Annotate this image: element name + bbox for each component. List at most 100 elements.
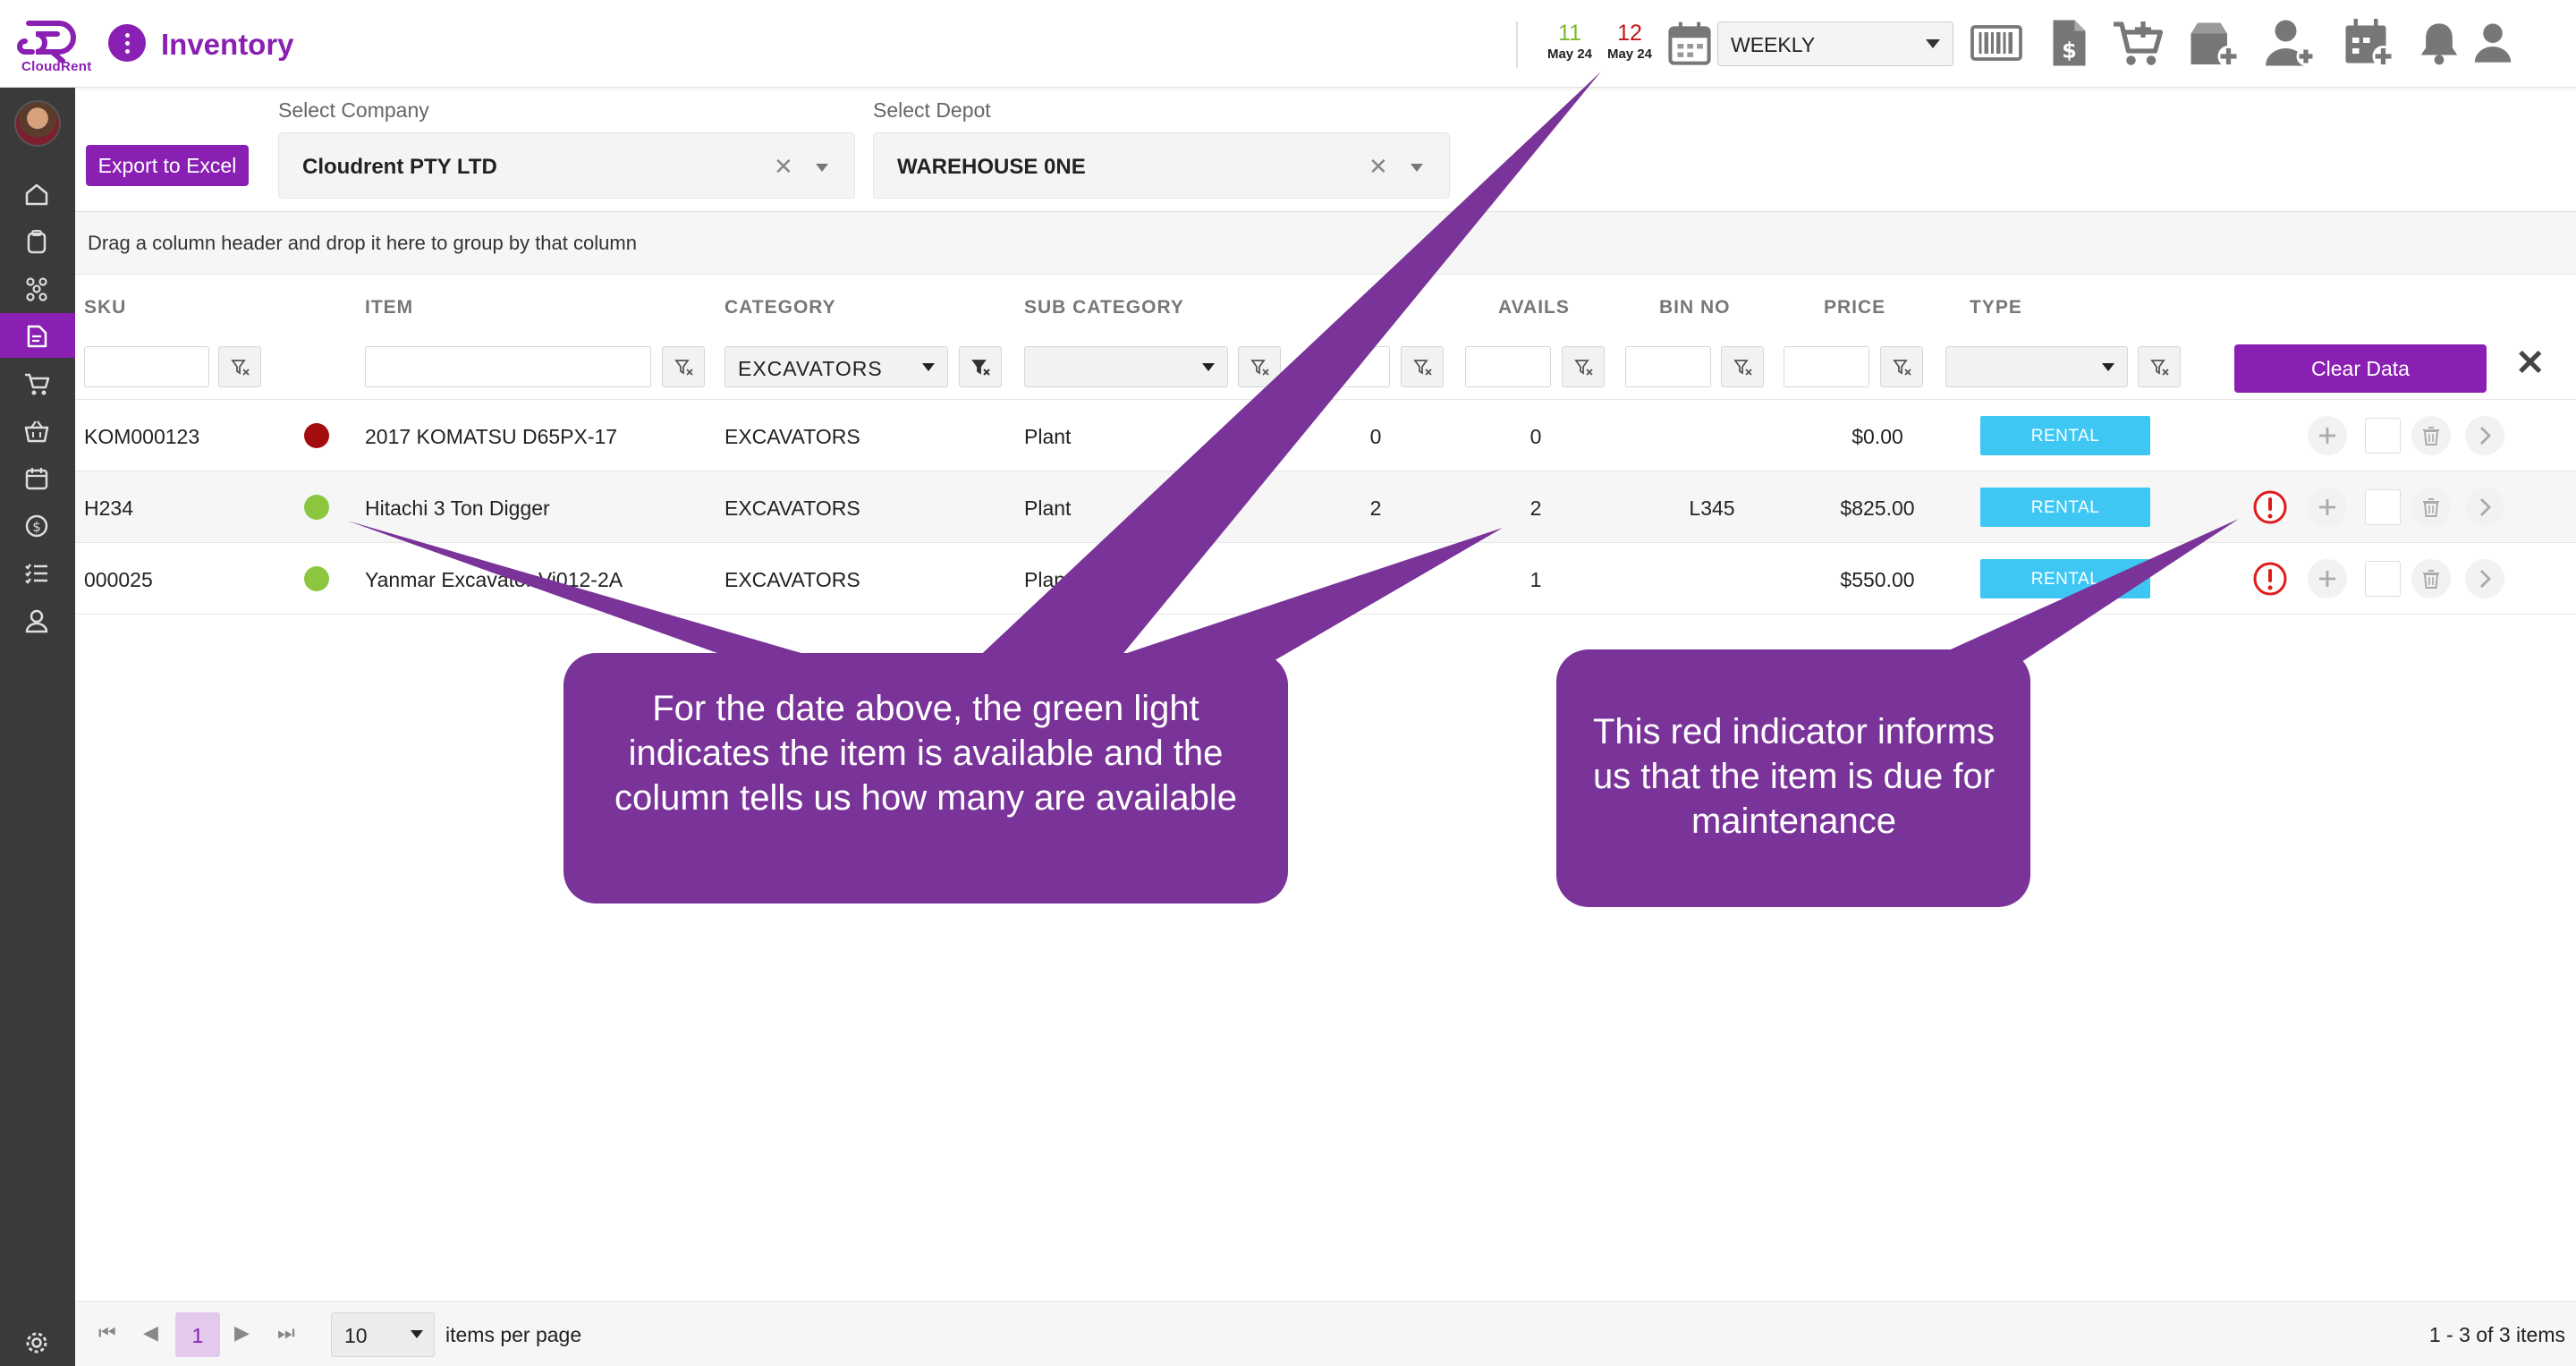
filter-clear-button[interactable]	[218, 346, 261, 387]
bin-no-filter-input[interactable]	[1625, 346, 1711, 387]
cart-add-icon[interactable]	[2111, 16, 2165, 70]
kebab-menu-button[interactable]	[108, 24, 146, 62]
column-header-sub-category[interactable]: SUB CATEGORY	[1024, 297, 1184, 318]
logo-text: CloudRent	[21, 59, 92, 74]
column-header-sku[interactable]: SKU	[84, 297, 126, 318]
dollar-icon[interactable]: $	[0, 503, 75, 547]
item-filter-input[interactable]	[365, 346, 651, 387]
basket-icon[interactable]	[0, 408, 75, 453]
chevron-right-icon[interactable]	[2465, 559, 2504, 598]
filter-clear-button[interactable]	[1880, 346, 1923, 387]
clear-icon[interactable]: ✕	[1368, 153, 1388, 181]
avatar[interactable]	[14, 100, 61, 147]
column-header-bin-no[interactable]: BIN NO	[1659, 297, 1731, 318]
date-start[interactable]: 11 May 24	[1541, 20, 1598, 62]
row-checkbox[interactable]	[2365, 489, 2401, 525]
user-icon[interactable]	[0, 598, 75, 642]
page-size-value: 10	[344, 1324, 368, 1347]
depot-select[interactable]: WAREHOUSE 0NE ✕	[873, 132, 1450, 199]
company-value: Cloudrent PTY LTD	[302, 155, 497, 179]
maintenance-warning-icon[interactable]	[2252, 561, 2288, 597]
avails-filter-input[interactable]	[1465, 346, 1551, 387]
filter-clear-button[interactable]	[2138, 346, 2181, 387]
clipboard-icon[interactable]	[0, 218, 75, 263]
checklist-icon[interactable]	[0, 550, 75, 595]
last-page-icon[interactable]: ⏭	[277, 1321, 295, 1345]
price-filter-input[interactable]	[1784, 346, 1869, 387]
filter-clear-button[interactable]	[662, 346, 705, 387]
sub-category-cell: Plant	[1024, 496, 1072, 520]
column-header-price[interactable]: PRICE	[1824, 297, 1885, 318]
delete-button[interactable]	[2411, 559, 2451, 598]
column-header-avails[interactable]: AVAILS	[1498, 297, 1570, 318]
home-icon[interactable]	[0, 171, 75, 216]
prev-page-icon[interactable]: ◀	[143, 1321, 158, 1345]
chevron-right-icon[interactable]	[2465, 416, 2504, 455]
bin-no-cell: L345	[1689, 496, 1735, 520]
table-row[interactable]: KOM000123 2017 KOMATSU D65PX-17 EXCAVATO…	[75, 400, 2576, 471]
filter-clear-button[interactable]	[1721, 346, 1764, 387]
chevron-right-icon[interactable]	[2465, 488, 2504, 527]
clear-icon[interactable]: ✕	[774, 153, 793, 181]
delete-button[interactable]	[2411, 416, 2451, 455]
group-drop-zone[interactable]: Drag a column header and drop it here to…	[75, 212, 2576, 275]
price-cell: $0.00	[1852, 425, 1903, 448]
sku-filter-input[interactable]	[84, 346, 209, 387]
company-select[interactable]: Cloudrent PTY LTD ✕	[278, 132, 855, 199]
table-row[interactable]: H234 Hitachi 3 Ton Digger EXCAVATORS Pla…	[75, 471, 2576, 543]
column-header-item[interactable]: ITEM	[365, 297, 413, 318]
type-badge[interactable]: RENTAL	[1980, 559, 2150, 598]
row-checkbox[interactable]	[2365, 418, 2401, 454]
calendar-add-icon[interactable]	[2342, 16, 2395, 70]
page-size-select[interactable]: 10	[331, 1312, 435, 1357]
column-header-type[interactable]: TYPE	[1970, 297, 2022, 318]
date-end[interactable]: 12 May 24	[1601, 20, 1658, 62]
calendar-icon[interactable]	[0, 455, 75, 500]
box-add-icon[interactable]	[2187, 16, 2241, 70]
clear-data-button[interactable]: Clear Data	[2234, 344, 2487, 393]
cart-icon[interactable]	[0, 361, 75, 405]
table-row[interactable]: 000025 Yanmar Excavator Vi012-2A EXCAVAT…	[75, 543, 2576, 615]
settings-icon[interactable]	[0, 1319, 75, 1364]
network-icon[interactable]	[0, 266, 75, 310]
sidebar: $	[0, 88, 75, 1366]
period-select[interactable]: WEEKLY	[1717, 21, 1953, 66]
sub-category-filter-select[interactable]	[1024, 346, 1228, 387]
filter-clear-button[interactable]	[1401, 346, 1444, 387]
chevron-down-icon[interactable]	[1411, 164, 1423, 172]
chevron-down-icon[interactable]	[816, 164, 828, 172]
type-filter-select[interactable]	[1945, 346, 2128, 387]
export-to-excel-button[interactable]: Export to Excel	[86, 145, 249, 186]
qty-filter-input[interactable]	[1308, 346, 1390, 387]
item-cell: Hitachi 3 Ton Digger	[365, 496, 550, 520]
avails-cell: 0	[1530, 425, 1542, 448]
column-header-category[interactable]: CATEGORY	[724, 297, 836, 318]
bell-icon[interactable]	[2415, 16, 2463, 70]
invoice-dollar-icon[interactable]: $	[2041, 16, 2095, 70]
filter-clear-button[interactable]	[959, 346, 1002, 387]
user-add-icon[interactable]	[2263, 16, 2317, 70]
current-page-button[interactable]: 1	[175, 1312, 220, 1357]
filter-clear-button[interactable]	[1562, 346, 1605, 387]
type-badge[interactable]: RENTAL	[1980, 416, 2150, 455]
add-button[interactable]	[2308, 488, 2347, 527]
status-indicator	[304, 495, 329, 520]
maintenance-warning-icon[interactable]	[2252, 489, 2288, 525]
filter-clear-button[interactable]	[1238, 346, 1281, 387]
type-badge[interactable]: RENTAL	[1980, 488, 2150, 527]
category-filter-select[interactable]: EXCAVATORS	[724, 346, 948, 387]
row-checkbox[interactable]	[2365, 561, 2401, 597]
first-page-icon[interactable]: ⏮	[98, 1321, 116, 1345]
close-icon[interactable]: ✕	[2515, 343, 2546, 384]
status-indicator	[304, 423, 329, 448]
calendar-icon[interactable]	[1665, 20, 1714, 68]
add-button[interactable]	[2308, 559, 2347, 598]
delete-button[interactable]	[2411, 488, 2451, 527]
add-button[interactable]	[2308, 416, 2347, 455]
availability-callout: For the date above, the green light indi…	[614, 689, 1237, 818]
document-icon[interactable]	[0, 313, 75, 358]
barcode-icon[interactable]	[1970, 16, 2023, 70]
next-page-icon[interactable]: ▶	[234, 1321, 250, 1345]
user-icon[interactable]	[2469, 16, 2517, 70]
category-cell: EXCAVATORS	[724, 496, 860, 520]
